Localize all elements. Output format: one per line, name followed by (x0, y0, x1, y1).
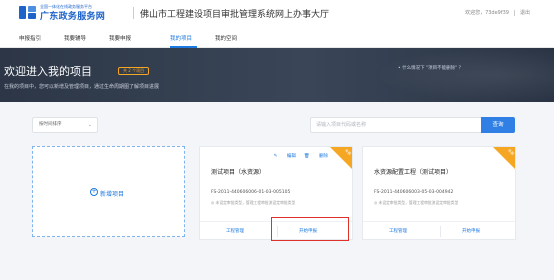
banner-decoration (374, 48, 554, 102)
edit-label: 编辑 (286, 154, 296, 159)
sort-select[interactable]: 按时间排序 ⌄ (32, 117, 98, 133)
user-area: 欢迎您，73de9f39 退出 (465, 9, 530, 16)
user-divider (513, 9, 515, 16)
approval-type-note: ◎ 未设定审批类型，管理工程审批流设定审批类型 (211, 200, 296, 205)
edit-button[interactable]: ✎ 编辑 (274, 154, 296, 159)
project-card: 未报 水资源配置工程（测试项目） FS-2011-440606003-05-03… (362, 146, 516, 240)
project-code: FS-2011-440606003-05-03-004942 (374, 190, 454, 195)
main-nav: 申报指引 我要辅导 我要申报 我的项目 我的空间 (0, 26, 554, 48)
welcome-text: 欢迎您，73de9f39 (465, 10, 509, 16)
footer-divider (440, 226, 441, 237)
card-actions: ✎ 编辑 🗑 删除 (266, 153, 328, 159)
site-title: 佛山市工程建设项目审批管理系统网上办事大厅 (140, 10, 330, 20)
project-manage-button[interactable]: 工程管理 (226, 228, 244, 234)
new-project-label: 新增项目 (100, 191, 125, 198)
guangdong-logo-icon (19, 6, 36, 19)
project-count-badge: 共 2 个项目 (118, 67, 150, 75)
chevron-down-icon: ⌄ (87, 122, 92, 128)
welcome-banner: 欢迎进入我的项目 共 2 个项目 在我的项目中，您可以新增及管理项目，通过生命周… (0, 48, 554, 102)
project-code: FS-2011-440606006-01-03-005105 (211, 190, 291, 195)
nav-item-my-space[interactable]: 我的空间 (215, 34, 237, 42)
new-project-card[interactable]: + 新增项目 (32, 146, 185, 237)
brand-name[interactable]: 广东政务服务网 (40, 9, 105, 22)
delete-label: 删除 (319, 154, 328, 159)
project-title[interactable]: 水资源配置工程（测试项目） (374, 167, 452, 176)
nav-item-tutoring[interactable]: 我要辅导 (64, 34, 86, 42)
project-manage-button[interactable]: 工程管理 (389, 228, 407, 234)
sort-value: 按时间排序 (39, 122, 62, 127)
logout-link[interactable]: 退出 (520, 10, 530, 16)
start-apply-button[interactable]: 开始申报 (462, 228, 480, 234)
project-title[interactable]: 测试项目（水资源） (211, 167, 265, 176)
approval-type-note: ◎ 未设定审批类型，管理工程审批流设定审批类型 (374, 200, 459, 205)
brand-divider (133, 7, 134, 19)
banner-title: 欢迎进入我的项目 (4, 65, 92, 78)
plus-circle-icon: + (90, 188, 98, 196)
top-header: 全国一体化在线政务服务平台 广东政务服务网 佛山市工程建设项目审批管理系统网上办… (0, 0, 554, 26)
card-footer: 工程管理 开始申报 (363, 221, 515, 239)
nav-item-apply[interactable]: 我要申报 (109, 34, 131, 42)
search-input[interactable] (310, 117, 481, 133)
search-button[interactable]: 查询 (481, 117, 515, 133)
delete-button[interactable]: 🗑 删除 (304, 154, 328, 159)
nav-item-guide[interactable]: 申报指引 (19, 34, 41, 42)
nav-item-my-projects[interactable]: 我的项目 (170, 34, 192, 42)
highlight-box (271, 217, 349, 241)
banner-description: 在我的项目中，您可以新增及管理项目，通过生命周期图了解项目进展 (4, 84, 160, 90)
delete-help-link[interactable]: • 什么情况下 "项目不能删除" ？ (398, 65, 463, 71)
